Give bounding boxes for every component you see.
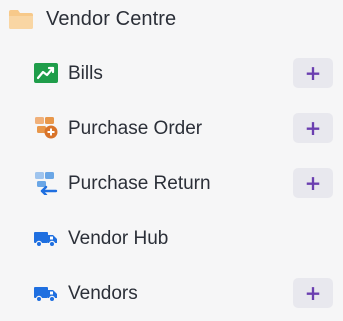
menu-item-vendor-hub[interactable]: Vendor Hub (0, 211, 343, 266)
menu-item-label: Vendors (68, 282, 138, 304)
add-vendor-button[interactable]: + (293, 278, 333, 308)
menu-item-label: Purchase Return (68, 172, 211, 194)
vendor-centre-header[interactable]: Vendor Centre (8, 4, 176, 34)
plus-icon: + (304, 61, 322, 85)
menu-item-label: Bills (68, 62, 103, 84)
truck-icon (33, 281, 59, 305)
menu-item-purchase-return[interactable]: Purchase Return + (0, 156, 343, 211)
menu-item-purchase-order[interactable]: Purchase Order + (0, 101, 343, 156)
menu-item-bills[interactable]: Bills + (0, 46, 343, 101)
add-bill-button[interactable]: + (293, 58, 333, 88)
menu-item-vendors[interactable]: Vendors + (0, 266, 343, 321)
purchase-order-icon (33, 116, 59, 140)
plus-icon: + (304, 281, 322, 305)
folder-icon (9, 10, 33, 29)
section-title: Vendor Centre (46, 7, 177, 30)
purchase-return-icon (33, 171, 59, 195)
vendor-centre-menu: Bills + Purchase Order + Purchase Return… (0, 46, 343, 321)
truck-icon (33, 226, 59, 250)
trending-up-icon (33, 61, 59, 85)
menu-item-label: Vendor Hub (68, 227, 169, 249)
add-purchase-return-button[interactable]: + (293, 168, 333, 198)
plus-icon: + (304, 116, 322, 140)
menu-item-label: Purchase Order (68, 117, 203, 139)
plus-icon: + (304, 171, 322, 195)
add-purchase-order-button[interactable]: + (293, 113, 333, 143)
